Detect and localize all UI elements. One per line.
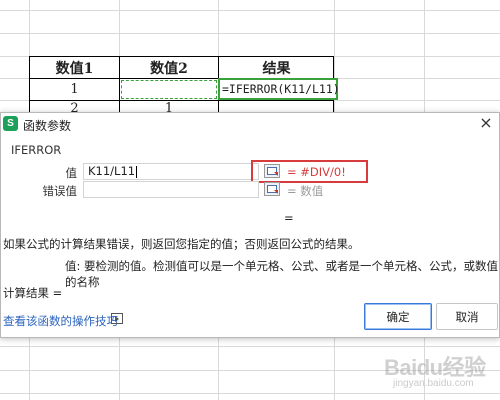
function-help-link[interactable]: 查看该函数的操作技巧	[3, 313, 118, 329]
error-value-result: = 数值	[287, 184, 324, 198]
header-cell-value1[interactable]: 数值1	[30, 57, 119, 78]
baidu-watermark-url: jingyan.baidu.com	[393, 378, 474, 389]
header-cell-value2[interactable]: 数值2	[120, 57, 218, 78]
gridline	[0, 346, 500, 347]
error-value-range-select-icon[interactable]	[264, 182, 280, 196]
ok-button[interactable]: 确定	[364, 303, 432, 330]
dialog-title: 函数参数	[23, 119, 72, 133]
function-arguments-dialog: S 函数参数 × IFERROR 值 K11/L11 = #DIV/0! 错误值…	[0, 112, 500, 338]
function-name: IFERROR	[11, 143, 62, 157]
value-input-text: K11/L11	[88, 164, 136, 178]
annotation-highlight-box	[251, 160, 368, 183]
error-value-label: 错误值	[42, 184, 78, 198]
formula-result-equals: =	[284, 211, 294, 225]
cell-row1-result-editing[interactable]: =IFERROR(K11/L11)	[218, 78, 340, 100]
gridline	[0, 10, 500, 11]
dialog-titlebar[interactable]: S 函数参数 ×	[1, 113, 499, 135]
gridline	[0, 393, 500, 394]
text-caret	[136, 165, 138, 178]
video-play-icon[interactable]	[111, 313, 123, 324]
cell-row1-value1[interactable]: 1	[30, 79, 119, 100]
close-icon[interactable]: ×	[477, 114, 495, 132]
gridline	[0, 33, 500, 34]
value-label: 值	[65, 166, 78, 180]
parameter-description: 值: 要检测的值。检测值可以是一个单元格、公式、或者是一个单元格、公式，或数值的…	[65, 259, 499, 289]
header-cell-result[interactable]: 结果	[219, 57, 334, 78]
wps-logo-icon: S	[3, 116, 18, 131]
error-value-input[interactable]	[83, 181, 259, 198]
value-input[interactable]: K11/L11	[83, 163, 259, 180]
cancel-button[interactable]: 取消	[436, 303, 498, 330]
function-description: 如果公式的计算结果错误，则返回您指定的值；否则返回公式的结果。	[3, 237, 360, 251]
cell-row1-value2-selected[interactable]	[120, 79, 218, 100]
calculation-result: 计算结果 =	[3, 286, 63, 300]
